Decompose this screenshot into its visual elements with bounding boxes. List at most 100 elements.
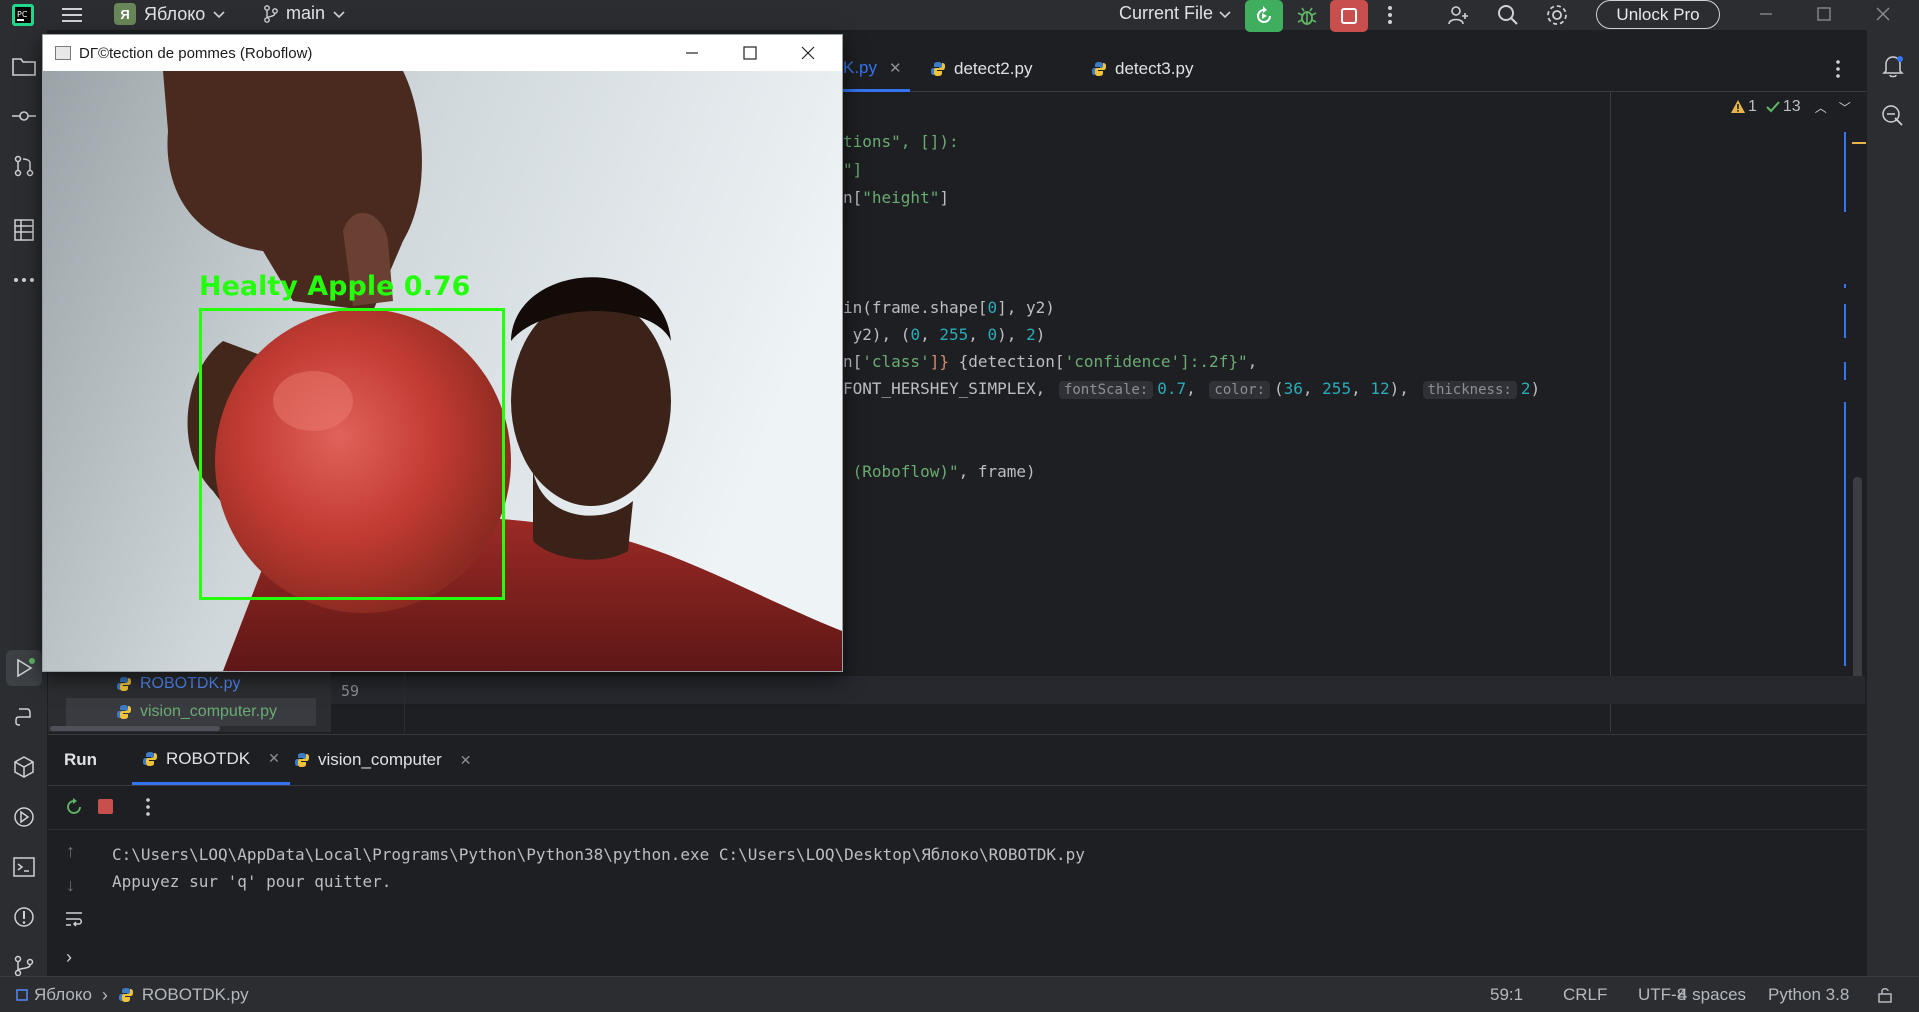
tab-robotdk[interactable]: K.py ✕ — [843, 46, 910, 92]
code-text: ]:.2f}" — [1180, 352, 1248, 371]
close-icon[interactable]: ✕ — [268, 750, 280, 767]
right-tool-strip — [1866, 30, 1919, 982]
minimize-icon[interactable] — [1756, 4, 1776, 24]
tab-detect3[interactable]: detect3.py — [1091, 46, 1193, 92]
code-text: in(frame.shape[ — [843, 298, 988, 317]
maximize-icon[interactable] — [1814, 4, 1834, 24]
run-config-selector[interactable]: Current File — [1119, 3, 1233, 24]
code-text: 0.7 — [1157, 379, 1187, 398]
close-icon[interactable] — [1873, 4, 1893, 24]
project-file-item[interactable]: vision_computer.py — [66, 698, 316, 726]
caret-position[interactable]: 59:1 — [1490, 977, 1523, 1012]
more-actions-icon[interactable] — [1384, 4, 1396, 26]
code-text: ]} — [929, 352, 949, 371]
project-scrollbar[interactable] — [50, 726, 220, 731]
code-text: ( — [1274, 379, 1284, 398]
terminal-icon[interactable] — [10, 853, 38, 881]
tab-detect2[interactable]: detect2.py — [930, 46, 1032, 92]
code-text: ) — [1035, 325, 1046, 344]
warning-icon — [1731, 100, 1745, 113]
code-text: {detection[ — [948, 352, 1065, 371]
breadcrumb-project[interactable]: Яблоко — [34, 985, 92, 1005]
project-name: Яблоко — [144, 3, 206, 24]
services-icon[interactable] — [10, 803, 38, 831]
notifications-icon[interactable] — [1879, 52, 1907, 80]
inspections-widget[interactable]: 1 13 ︿ ﹀ — [1730, 98, 1851, 116]
chevron-up-icon[interactable]: ︿ — [1815, 99, 1827, 116]
lock-icon[interactable] — [1876, 977, 1894, 1012]
soft-wrap-icon[interactable] — [64, 909, 84, 934]
chevron-down-icon[interactable]: ﹀ — [1839, 99, 1851, 116]
detection-box — [199, 308, 505, 600]
code-text: ] — [939, 188, 949, 207]
project-file-item[interactable]: ROBOTDK.py — [116, 670, 240, 698]
run-tool-icon[interactable] — [6, 650, 42, 686]
code-text: , frame) — [958, 462, 1036, 481]
editor-scrollbar[interactable] — [1853, 477, 1862, 693]
arrow-up-icon[interactable]: ↑ — [66, 841, 75, 862]
arrow-down-icon[interactable]: ↓ — [66, 875, 75, 896]
change-marker — [1844, 284, 1846, 288]
more-actions-icon[interactable] — [144, 796, 152, 823]
structure-icon[interactable] — [10, 216, 38, 244]
change-marker — [1844, 402, 1846, 666]
unlock-pro-button[interactable]: Unlock Pro — [1596, 0, 1720, 29]
warning-marker — [1852, 142, 1866, 144]
rerun-icon[interactable] — [64, 797, 84, 822]
debug-button[interactable] — [1288, 0, 1326, 32]
breadcrumb[interactable]: Яблоко › ROBOTDK.py — [16, 977, 249, 1012]
main-menu-icon[interactable] — [60, 4, 84, 26]
search-icon[interactable] — [1496, 3, 1520, 27]
python-console-icon[interactable] — [10, 703, 38, 731]
more-tabs-icon[interactable] — [1832, 58, 1844, 85]
close-icon[interactable]: ✕ — [889, 59, 902, 77]
maximize-icon[interactable] — [741, 44, 759, 66]
code-text: 0 — [910, 325, 921, 344]
branch-selector[interactable]: main — [262, 3, 347, 24]
run-tab-vision-computer[interactable]: vision_computer ✕ — [288, 735, 478, 785]
opencv-window-titlebar[interactable]: DГ©tection de pommes (Roboflow) — [43, 35, 842, 71]
code-text: ), — [1389, 379, 1409, 398]
gear-icon[interactable] — [1545, 3, 1569, 27]
code-text: 255 — [1322, 379, 1352, 398]
python-packages-icon[interactable] — [10, 753, 38, 781]
line-separator[interactable]: CRLF — [1563, 977, 1607, 1012]
code-text: 2 — [1026, 325, 1036, 344]
folder-icon[interactable] — [10, 52, 38, 80]
python-interpreter[interactable]: Python 3.8 — [1768, 977, 1849, 1012]
status-bar: Яблоко › ROBOTDK.py 59:1 CRLF UTF-8 4 sp… — [0, 976, 1919, 1012]
rerun-button[interactable] — [1245, 0, 1283, 32]
project-selector[interactable]: Я Яблоко — [114, 3, 227, 25]
close-icon[interactable]: ✕ — [460, 752, 472, 769]
ai-assistant-icon[interactable] — [1879, 102, 1907, 130]
check-icon — [1766, 101, 1780, 113]
add-user-icon[interactable] — [1446, 3, 1470, 27]
pull-request-icon[interactable] — [10, 152, 38, 180]
code-text: 0 — [987, 298, 998, 317]
file-name: vision_computer.py — [140, 703, 277, 720]
more-tools-icon[interactable] — [10, 266, 38, 294]
pycharm-logo-icon[interactable]: PC — [12, 4, 34, 26]
run-tab-robotdk[interactable]: ROBOTDK ✕ — [132, 735, 290, 785]
file-name: ROBOTDK.py — [140, 675, 241, 692]
problems-icon[interactable] — [10, 903, 38, 931]
stop-icon[interactable] — [98, 799, 113, 814]
code-line: "] — [843, 160, 862, 179]
current-line-highlight — [331, 676, 1865, 704]
indent-label[interactable]: 4 spaces — [1678, 977, 1746, 1012]
close-icon[interactable] — [799, 44, 817, 66]
code-line: (Roboflow)", frame) — [843, 462, 1036, 481]
breadcrumb-file[interactable]: ROBOTDK.py — [142, 985, 249, 1005]
opencv-window[interactable]: DГ©tection de pommes (Roboflow) Healty A… — [42, 34, 843, 672]
python-file-icon — [1092, 62, 1106, 76]
stop-button[interactable] — [1330, 0, 1368, 32]
run-panel-title: Run — [64, 750, 98, 769]
code-text: FONT_HERSHEY_SIMPLEX, — [843, 379, 1046, 398]
minimize-icon[interactable] — [683, 44, 701, 66]
code-text: "height" — [862, 188, 940, 207]
param-hint: color: — [1209, 381, 1270, 399]
code-text: 36 — [1283, 379, 1303, 398]
commit-icon[interactable] — [10, 102, 38, 130]
divider — [48, 785, 1866, 786]
chevron-right-icon[interactable]: › — [66, 947, 72, 968]
